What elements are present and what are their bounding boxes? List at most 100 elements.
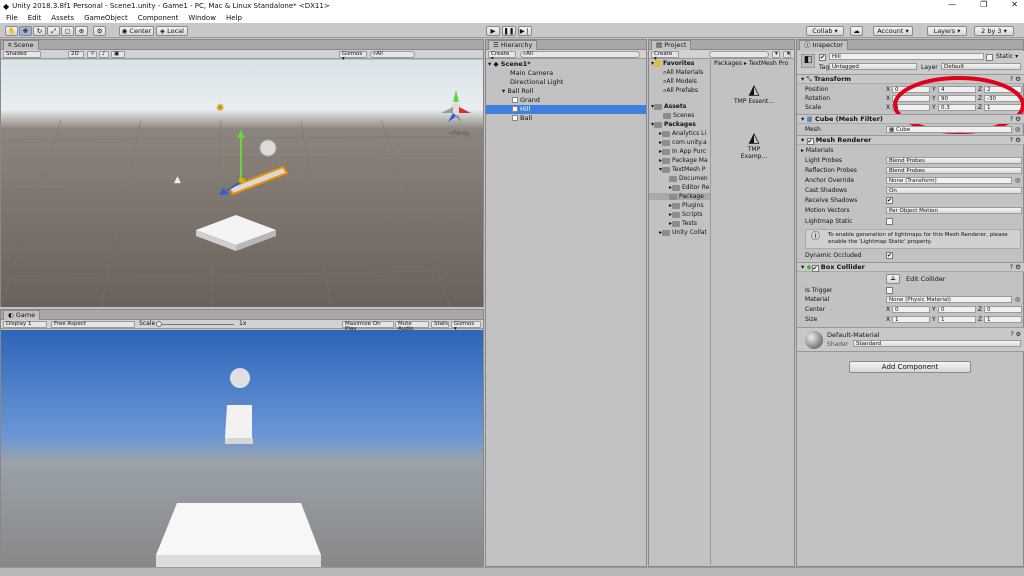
move-tool-icon[interactable]: ✥ <box>19 26 32 36</box>
tmp-essentials-asset[interactable]: ◭ TMP Essent... <box>734 82 774 105</box>
tab-game[interactable]: ◐ Game <box>3 310 41 320</box>
tab-project[interactable]: ▤ Project <box>651 40 692 50</box>
edit-collider-icon[interactable]: ⟁ <box>886 274 900 284</box>
mesh-renderer-dropdown[interactable]: On <box>886 187 1022 194</box>
collab-button[interactable]: Collab ▾ <box>806 26 844 36</box>
stats-toggle[interactable]: Stats <box>431 321 449 328</box>
mesh-renderer-dropdown[interactable]: Per Object Motion <box>886 207 1022 214</box>
project-breadcrumb[interactable]: Packages ▸ TextMesh Pro <box>714 60 794 67</box>
close-button[interactable]: ✕ <box>1011 0 1018 9</box>
hierarchy-row-hill[interactable]: Hill <box>486 105 646 114</box>
menu-component[interactable]: Component <box>138 14 179 22</box>
filter-icon[interactable]: ▾ <box>772 51 780 58</box>
mesh-renderer-dropdown[interactable]: Blend Probes <box>886 157 1022 164</box>
custom-tool-icon[interactable]: ⚙ <box>93 26 106 36</box>
active-checkbox[interactable]: ✔ <box>819 54 826 61</box>
mesh-renderer-header[interactable]: ▾ ✔ Mesh Renderer ? ⚙ <box>797 135 1024 145</box>
layers-button[interactable]: Layers ▾ <box>927 26 967 36</box>
pkg-textmesh[interactable]: ▾ TextMesh P <box>659 166 705 173</box>
assets-folder[interactable]: ▾ Assets <box>651 103 686 110</box>
mute-audio-toggle[interactable]: Mute Audio <box>395 321 429 332</box>
mesh-renderer-enabled-checkbox[interactable]: ✔ <box>806 138 814 145</box>
scale-x-input[interactable]: 4 <box>892 104 930 111</box>
lightmap-static-checkbox[interactable] <box>886 218 893 225</box>
fav-all-models[interactable]: ⌕All Models <box>663 78 697 86</box>
component-settings-icon[interactable]: ? ⚙ <box>1010 136 1021 145</box>
object-picker-icon[interactable]: ◎ <box>1015 176 1020 185</box>
component-settings-icon[interactable]: ? ⚙ <box>1010 115 1021 124</box>
layout-button[interactable]: 2 by 3 ▾ <box>974 26 1014 36</box>
cloud-icon[interactable]: ☁ <box>850 26 863 36</box>
project-search-input[interactable] <box>709 51 769 58</box>
mesh-field[interactable]: ▦ Cube <box>886 126 1012 133</box>
menu-assets[interactable]: Assets <box>51 14 74 22</box>
pivot-local-button[interactable]: ◈ Local <box>156 26 188 36</box>
audio-toggle-icon[interactable]: ♪ <box>99 51 109 58</box>
object-name-input[interactable]: Hill <box>829 53 984 60</box>
hand-tool-icon[interactable]: ✋ <box>5 26 18 36</box>
pkg-scripts[interactable]: ▸ Scripts <box>669 211 703 218</box>
component-settings-icon[interactable]: ? ⚙ <box>1010 75 1021 84</box>
center-y-input[interactable]: 0 <box>938 306 976 313</box>
layer-dropdown[interactable]: Default <box>941 63 1021 70</box>
tmp-examples-asset[interactable]: ◭ TMP Examp... <box>734 130 774 160</box>
size-y-input[interactable]: 1 <box>938 316 976 323</box>
aspect-dropdown[interactable]: Free Aspect <box>51 321 135 328</box>
scene-search-input[interactable]: ⌕All <box>370 51 415 58</box>
pkg-package-resources[interactable]: Package <box>649 193 710 200</box>
hierarchy-row-ball[interactable]: Ball <box>486 114 646 123</box>
rotation-y-input[interactable]: 90 <box>938 95 976 102</box>
box-collider-header[interactable]: ▾ ◆✔ Box Collider ? ⚙ <box>797 262 1024 272</box>
position-x-input[interactable]: 0 <box>892 86 930 93</box>
fav-all-prefabs[interactable]: ⌕All Prefabs <box>663 87 698 95</box>
star-icon[interactable]: ★ <box>783 51 791 58</box>
menu-help[interactable]: Help <box>226 14 242 22</box>
tab-hierarchy[interactable]: ☰ Hierarchy <box>488 40 538 50</box>
packages-folder[interactable]: ▾ Packages <box>651 121 696 128</box>
receive-shadows-checkbox[interactable]: ✔ <box>886 197 893 204</box>
game-gizmos-dropdown[interactable]: Gizmos ▾ <box>451 321 481 332</box>
center-x-input[interactable]: 0 <box>892 306 930 313</box>
pkg-tests[interactable]: ▸ Tests <box>669 220 697 227</box>
tag-dropdown[interactable]: Untagged <box>829 63 917 70</box>
pkg-analytics[interactable]: ▸ Analytics Li <box>659 130 706 137</box>
component-settings-icon[interactable]: ? ⚙ <box>1010 263 1021 272</box>
hierarchy-row-main-camera[interactable]: Main Camera <box>486 69 646 78</box>
mesh-renderer-dropdown[interactable]: Blend Probes <box>886 167 1022 174</box>
position-y-input[interactable]: 4 <box>938 86 976 93</box>
scale-slider[interactable] <box>156 324 234 325</box>
2d-toggle[interactable]: 2D <box>68 51 84 58</box>
effects-dropdown-icon[interactable]: ▣ <box>111 51 125 58</box>
camera-icon[interactable]: ▲ <box>174 175 181 185</box>
rect-tool-icon[interactable]: ▢ <box>61 26 74 36</box>
box-collider-enabled-checkbox[interactable]: ✔ <box>811 265 819 272</box>
hierarchy-row-ball-roll[interactable]: ▾ Ball Roll <box>486 87 646 96</box>
menu-file[interactable]: File <box>6 14 18 22</box>
rotate-tool-icon[interactable]: ↻ <box>33 26 46 36</box>
light-icon[interactable]: ✺ <box>216 103 224 114</box>
breadcrumb-textmesh[interactable]: TextMesh Pro <box>749 60 788 67</box>
center-z-input[interactable]: 0 <box>984 306 1022 313</box>
ball-sphere[interactable] <box>259 139 277 157</box>
scale-y-input[interactable]: 0.3 <box>938 104 976 111</box>
pkg-com-unity[interactable]: ▸ com.unity.a <box>659 139 707 146</box>
object-picker-icon[interactable]: ◎ <box>1015 295 1020 304</box>
static-dropdown[interactable]: Static ▾ <box>996 53 1018 60</box>
shading-dropdown[interactable]: Shaded <box>3 51 41 58</box>
account-button[interactable]: Account ▾ <box>873 26 913 36</box>
size-x-input[interactable]: 1 <box>892 316 930 323</box>
physic-material-field[interactable]: None (Physic Material) <box>886 296 1012 303</box>
play-button[interactable]: ▶ <box>486 26 500 36</box>
position-z-input[interactable]: 2 <box>984 86 1022 93</box>
perspective-label[interactable]: ≺Persp <box>448 130 470 137</box>
scenes-folder[interactable]: Scenes <box>663 112 694 119</box>
static-checkbox[interactable] <box>986 54 993 61</box>
pkg-unity-collab[interactable]: ▸ Unity Collat <box>659 229 707 236</box>
lighting-toggle-icon[interactable]: ☼ <box>87 51 97 58</box>
scene-viewport[interactable]: ✺ ▲ ≺Persp <box>1 60 483 307</box>
material-section[interactable]: Default-Material Shader Standard ? ⚙ <box>797 327 1024 352</box>
fav-all-materials[interactable]: ⌕All Materials <box>663 69 703 77</box>
menu-window[interactable]: Window <box>188 14 216 22</box>
object-picker-icon[interactable]: ◎ <box>1015 125 1020 134</box>
rotation-z-input[interactable]: -30 <box>984 95 1022 102</box>
